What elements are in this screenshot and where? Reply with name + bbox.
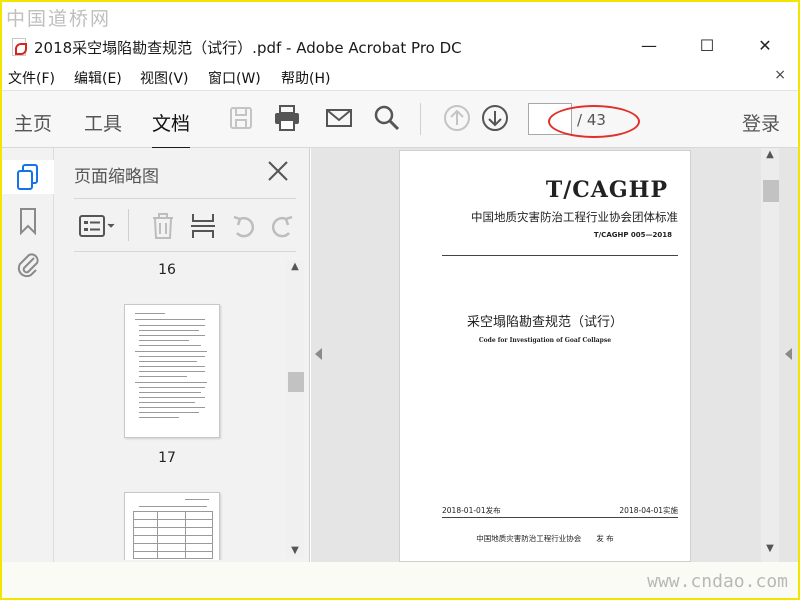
document-viewer[interactable]: T/CAGHP 中国地质灾害防治工程行业协会团体标准 T/CAGHP 005—2… bbox=[311, 148, 798, 562]
menu-edit[interactable]: 编辑(E) bbox=[74, 68, 122, 88]
pdf-page: T/CAGHP 中国地质灾害防治工程行业协会团体标准 T/CAGHP 005—2… bbox=[399, 150, 691, 562]
document-title-en: Code for Investigation of Goaf Collapse bbox=[478, 337, 612, 344]
page-thumbnails-icon[interactable] bbox=[14, 162, 42, 192]
pdf-file-icon bbox=[12, 38, 27, 56]
print-icon[interactable] bbox=[272, 103, 302, 133]
expand-right-panel-icon[interactable] bbox=[785, 348, 792, 360]
publisher: 中国地质灾害防治工程行业协会 发 布 bbox=[476, 534, 614, 543]
maximize-button[interactable]: ☐ bbox=[684, 30, 730, 62]
search-icon[interactable] bbox=[372, 103, 402, 133]
menu-window[interactable]: 窗口(W) bbox=[208, 68, 261, 88]
close-window-button[interactable]: ✕ bbox=[742, 30, 788, 62]
rotate-clockwise-icon[interactable] bbox=[270, 211, 296, 241]
login-link[interactable]: 登录 bbox=[742, 109, 780, 136]
page-thumbnail-18[interactable] bbox=[124, 492, 220, 560]
thumbnail-toolbar bbox=[74, 198, 296, 252]
toolbar-divider bbox=[420, 103, 421, 135]
delete-icon[interactable] bbox=[148, 211, 178, 241]
document-title-cn: 采空塌陷勘查规范（试行） bbox=[466, 315, 623, 330]
tab-tools[interactable]: 工具 bbox=[84, 109, 122, 136]
page-label: 16 bbox=[158, 262, 176, 278]
menu-file[interactable]: 文件(F) bbox=[8, 68, 55, 88]
site-watermark-top: 中国道桥网 bbox=[6, 8, 112, 30]
standard-code: T/CAGHP bbox=[545, 177, 668, 203]
footer-rule bbox=[442, 517, 678, 518]
bookmarks-icon[interactable] bbox=[14, 206, 42, 236]
menu-view[interactable]: 视图(V) bbox=[140, 68, 189, 88]
scroll-down-icon[interactable]: ▼ bbox=[286, 544, 304, 558]
menu-bar: 文件(F) 编辑(E) 视图(V) 窗口(W) 帮助(H) × bbox=[2, 64, 798, 90]
collapse-left-panel-icon[interactable] bbox=[315, 348, 322, 360]
main-toolbar: 主页 工具 文档 / 43 登录 bbox=[2, 90, 798, 150]
thumbnail-list: 16 17 bbox=[74, 254, 284, 560]
window-title: 2018采空塌陷勘查规范（试行）.pdf - Adobe Acrobat Pro… bbox=[34, 39, 462, 57]
close-icon[interactable] bbox=[267, 160, 289, 182]
email-icon[interactable] bbox=[324, 103, 354, 133]
save-icon[interactable] bbox=[226, 103, 256, 133]
title-bar: 2018采空塌陷勘查规范（试行）.pdf - Adobe Acrobat Pro… bbox=[2, 30, 798, 64]
extract-pages-icon[interactable] bbox=[188, 211, 218, 241]
standard-number: T/CAGHP 005—2018 bbox=[593, 231, 672, 239]
next-page-icon[interactable] bbox=[480, 103, 510, 133]
thumbnail-panel: 页面缩略图 16 17 ▲ ▼ bbox=[54, 148, 310, 562]
close-document-button[interactable]: × bbox=[774, 67, 786, 83]
thumbnail-scrollbar[interactable]: ▲ ▼ bbox=[286, 260, 304, 558]
navigation-rail bbox=[2, 148, 54, 562]
tab-document[interactable]: 文档 bbox=[152, 109, 191, 150]
previous-page-icon[interactable] bbox=[442, 103, 472, 133]
panel-title: 页面缩略图 bbox=[74, 167, 159, 187]
scroll-thumb[interactable] bbox=[763, 180, 779, 202]
page-thumbnail-17[interactable] bbox=[124, 304, 220, 438]
standard-organization: 中国地质灾害防治工程行业协会团体标准 bbox=[471, 210, 678, 224]
annotation-ellipse bbox=[548, 105, 640, 138]
scroll-up-icon[interactable]: ▲ bbox=[761, 148, 779, 162]
attachments-icon[interactable] bbox=[14, 250, 42, 280]
tab-home[interactable]: 主页 bbox=[14, 109, 52, 136]
header-rule bbox=[442, 255, 678, 256]
issue-date: 2018-01-01发布 bbox=[442, 506, 501, 515]
page-label: 17 bbox=[158, 450, 176, 466]
rotate-counterclockwise-icon[interactable] bbox=[230, 211, 260, 241]
scroll-up-icon[interactable]: ▲ bbox=[286, 260, 304, 274]
scroll-down-icon[interactable]: ▼ bbox=[761, 542, 779, 556]
menu-help[interactable]: 帮助(H) bbox=[281, 68, 330, 88]
options-menu-icon[interactable] bbox=[78, 211, 118, 241]
document-scrollbar[interactable]: ▲ ▼ bbox=[761, 148, 779, 562]
minimize-button[interactable]: — bbox=[626, 30, 672, 62]
effective-date: 2018-04-01实施 bbox=[619, 506, 678, 515]
scroll-thumb[interactable] bbox=[288, 372, 304, 392]
toolbar-divider bbox=[128, 209, 129, 241]
site-watermark-bottom: www.cndao.com bbox=[647, 571, 788, 592]
app-window: 中国道桥网 2018采空塌陷勘查规范（试行）.pdf - Adobe Acrob… bbox=[2, 2, 798, 598]
